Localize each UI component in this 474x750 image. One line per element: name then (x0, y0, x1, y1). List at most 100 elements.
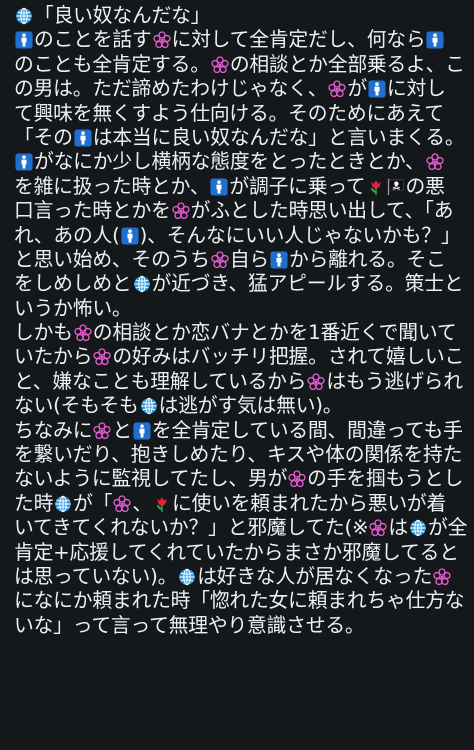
text-segment: の悪 (405, 174, 445, 198)
text-line: いてきてくれないか？」と邪魔してた(※ はが全 (14, 516, 474, 540)
text-segment: いたから (14, 345, 93, 369)
text-segment: の男は。ただ諦めたわけじゃなく、 (14, 77, 328, 101)
tulip-icon (367, 178, 385, 196)
text-line: がなにか少し横柄な態度をとったときとか、 (14, 150, 474, 174)
text-segment: 「良い奴なんだな」 (34, 4, 211, 27)
white-flower-icon (307, 373, 326, 391)
text-line: ない(そもそも は逃がす気は無い)。 (14, 394, 474, 418)
globe-with-meridians-icon (54, 495, 72, 513)
tulip-icon (153, 495, 171, 513)
mens-room-sign-icon (15, 153, 33, 171)
text-segment: から離れる。そこ (289, 247, 446, 271)
text-line: のことを話す に対して全肯定だし、何なら (14, 28, 474, 52)
text-line: 「良い奴なんだな」 (14, 4, 474, 28)
globe-with-meridians-icon (178, 568, 196, 586)
text-segment: は (388, 516, 408, 540)
text-line: ないように監視してたし、男が の手を掴もうとし (14, 467, 474, 491)
text-segment: の好みはバッチリ把握。されて嬉しいこ (112, 345, 465, 369)
text-segment: に使いを頼まれたから悪いが着 (171, 491, 447, 515)
text-line: いたから の好みはバッチリ把握。されて嬉しいこ (14, 345, 474, 369)
text-line: て興味を無くすよう仕向ける。そのためにあえて (14, 102, 474, 126)
white-flower-icon (425, 153, 444, 171)
text-segment: になにか頼まれた時「惚れた女に頼まれちゃ仕方な (14, 589, 465, 613)
text-segment: 「その (14, 125, 73, 149)
text-segment: がなにか少し横柄な態度をとったときとか、 (34, 150, 425, 174)
white-flower-icon (113, 495, 132, 513)
text-segment: を雑に扱った時とか、 (14, 174, 210, 198)
white-flower-icon (93, 348, 112, 366)
mens-room-sign-icon (270, 251, 288, 269)
text-line: た時 が「、に使いを頼まれたから悪いが着 (14, 492, 474, 516)
white-flower-icon (288, 470, 306, 488)
text-segment: いうか怖い。 (14, 296, 132, 320)
text-segment: がふとした時思い出して、「あ (190, 199, 454, 223)
globe-with-meridians-icon (15, 7, 33, 25)
mens-room-sign-icon (426, 31, 445, 49)
text-line: しかも の相談とか恋バナとかを1番近くで聞いて (14, 321, 474, 345)
text-segment: 口言った時とかを (14, 199, 171, 223)
text-line: を繋いだり、抱きしめたり、キスや体の関係を持た (14, 443, 474, 467)
text-segment: が近づき、猛アピールする。策士と (151, 272, 464, 296)
text-segment: が全 (428, 516, 468, 540)
pirate-flag-icon (387, 178, 405, 196)
mens-room-sign-icon (15, 31, 33, 49)
mens-room-sign-icon (210, 178, 228, 196)
text-segment: と (112, 418, 132, 442)
white-flower-icon (93, 421, 112, 440)
text-segment: のことも全肯定する。 (14, 52, 210, 76)
white-flower-icon (211, 56, 229, 74)
text-segment: ないように監視してたし、男が (14, 467, 288, 491)
mens-room-sign-icon (74, 129, 92, 147)
text-line: いうか怖い。 (14, 297, 474, 321)
white-flower-icon (171, 202, 190, 220)
white-flower-icon (74, 324, 92, 342)
text-line: の男は。ただ諦めたわけじゃなく、がに対し (14, 77, 474, 101)
text-segment: を繋いだり、抱きしめたり、キスや体の関係を持た (14, 443, 463, 467)
text-line: いな」って言って無理やり意識させる。 (14, 614, 474, 638)
text-segment: )、そんなにいい人じゃないかも？」 (139, 223, 461, 247)
text-segment: は本当に良い奴なんだな」と言いまくる。 (92, 125, 465, 149)
white-flower-icon (328, 80, 346, 98)
text-line: を雑に扱った時とか、 が調子に乗って の悪 (14, 175, 474, 199)
mens-room-sign-icon (133, 422, 151, 440)
white-flower-icon (433, 568, 451, 586)
mens-room-sign-icon (368, 80, 386, 98)
text-segment: は逃がす気は無い)。 (158, 394, 343, 418)
text-segment: が「 (73, 491, 113, 515)
text-line: と思い始め、そのうち 自ら から離れる。そこ (14, 248, 474, 272)
text-segment: と思い始め、そのうち (14, 247, 210, 271)
text-line: と、嫌なことも理解しているから はもう逃げられ (14, 370, 474, 394)
mens-room-sign-icon (121, 226, 139, 245)
text-segment: しかも (14, 321, 73, 345)
text-segment: のことを話す (34, 28, 152, 52)
text-segment: れ、あの人( (14, 223, 120, 247)
text-segment: の手を掴もうとし (307, 467, 464, 491)
text-segment: はもう逃げられ (326, 369, 463, 393)
text-segment: と、嫌なことも理解しているから (14, 369, 307, 393)
text-segment: いな」って言って無理やり意識させる。 (14, 613, 365, 637)
text-line: 口言った時とかを がふとした時思い出して、「あ (14, 199, 474, 223)
text-line: ちなみにとを全肯定している間、間違っても手 (14, 419, 474, 443)
text-line: 肯定+応援してくれていたからまさか邪魔してると (14, 541, 474, 565)
text-segment: をしめしめと (14, 272, 132, 296)
white-flower-icon (211, 251, 229, 269)
text-line: になにか頼まれた時「惚れた女に頼まれちゃ仕方な (14, 589, 474, 613)
text-segment: 自ら (229, 247, 269, 271)
text-segment: の相談とか恋バナとかを1番近くで聞いて (92, 321, 457, 345)
text-segment: 、 (132, 491, 152, 515)
white-flower-icon (152, 31, 171, 49)
post-text-body: 「良い奴なんだな」 のことを話す に対して全肯定だし、何なら のことも全肯定する。 の相… (0, 0, 474, 750)
text-segment: の相談とか全部乗るよ、こ (229, 52, 465, 76)
text-line: れ、あの人( )、そんなにいい人じゃないかも？」 (14, 224, 474, 248)
globe-with-meridians-icon (409, 519, 427, 537)
text-line: は思っていない)。 は好きな人が居なくなった (14, 565, 474, 589)
text-segment: に対し (386, 77, 446, 101)
text-segment: が調子に乗って (229, 174, 366, 198)
text-line: のことも全肯定する。 の相談とか全部乗るよ、こ (14, 53, 474, 77)
text-segment: て興味を無くすよう仕向ける。そのためにあえて (14, 101, 444, 125)
text-line: をしめしめと が近づき、猛アピールする。策士と (14, 272, 474, 296)
text-segment: 肯定+応援してくれていたからまさか邪魔してると (14, 540, 459, 564)
text-segment: ちなみに (14, 418, 93, 442)
text-segment: に対して全肯定だし、何なら (171, 28, 426, 52)
text-segment: は思っていない)。 (14, 564, 178, 588)
